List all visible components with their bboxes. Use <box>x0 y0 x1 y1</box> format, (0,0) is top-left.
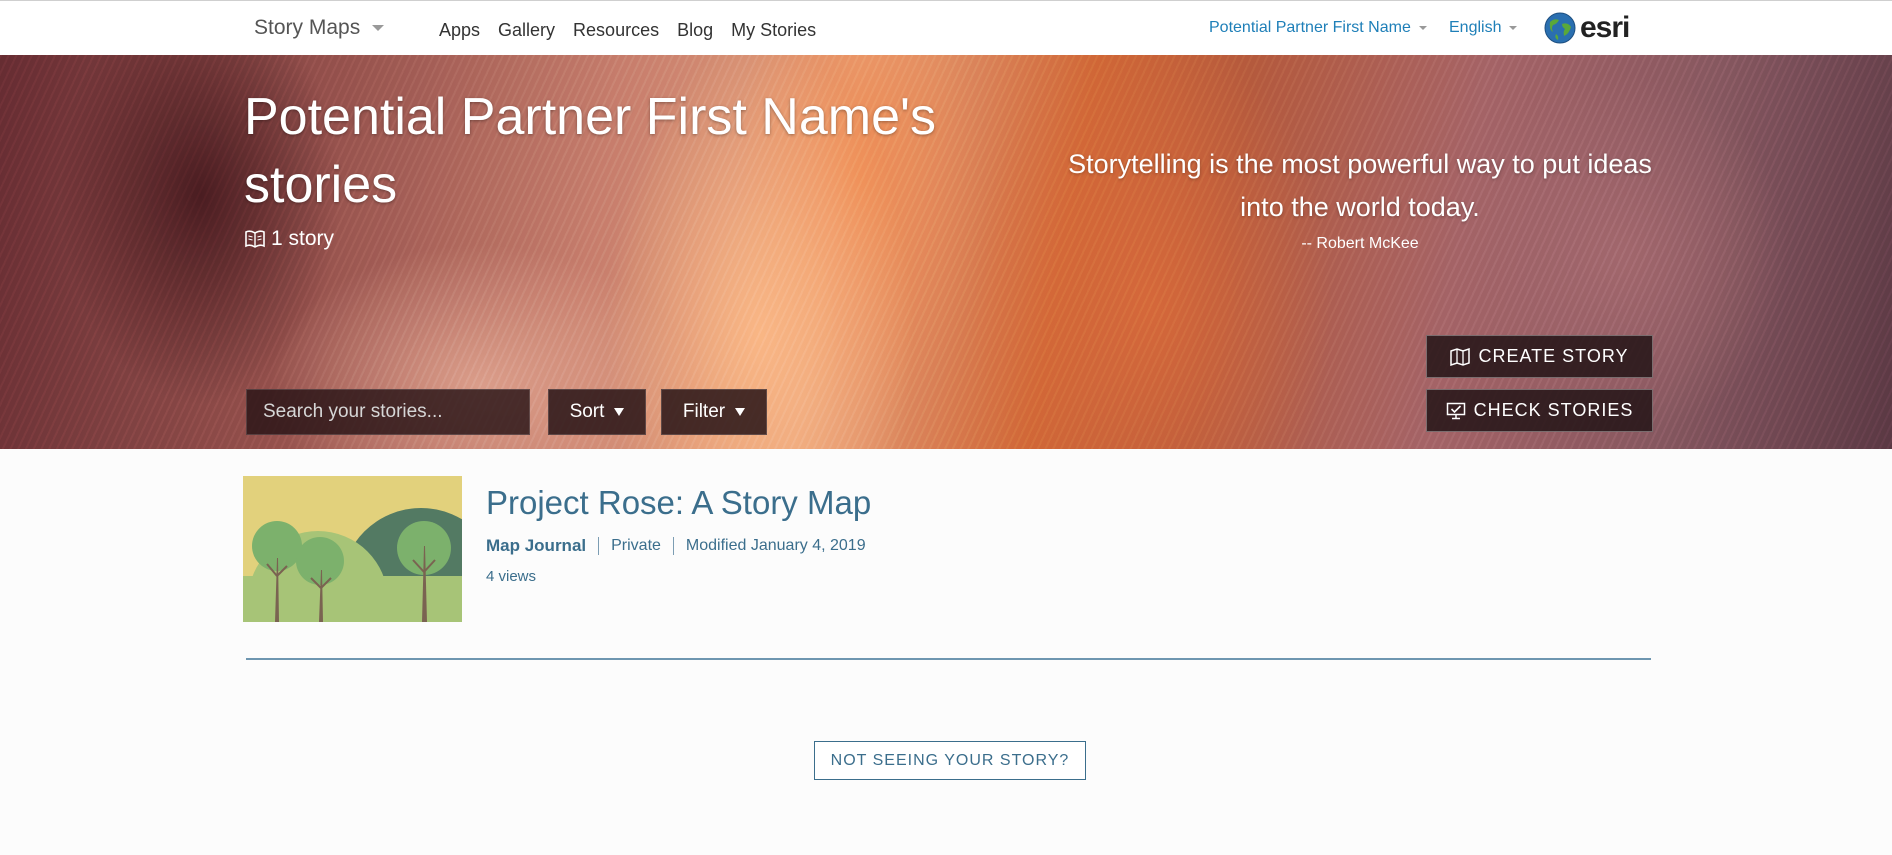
check-stories-label: CHECK STORIES <box>1473 400 1634 420</box>
open-book-icon <box>245 230 265 248</box>
not-seeing-story-label: NOT SEEING YOUR STORY? <box>830 751 1070 769</box>
hero-quote: Storytelling is the most powerful way to… <box>1068 149 1652 222</box>
story-count-label: 1 story <box>271 227 335 250</box>
story-access: Private <box>611 537 661 554</box>
meta-separator <box>598 537 600 555</box>
story-modified: Modified January 4, 2019 <box>685 537 866 554</box>
map-icon <box>1450 347 1471 366</box>
filter-button[interactable]: Filter <box>661 389 767 435</box>
user-name: Potential Partner First Name <box>1209 19 1411 36</box>
brand-menu[interactable]: Story Maps <box>254 16 385 40</box>
story-type: Map Journal <box>486 536 587 555</box>
create-story-label: CREATE STORY <box>1478 346 1629 366</box>
story-count: 1 story <box>245 227 334 251</box>
create-story-button[interactable]: CREATE STORY <box>1426 335 1653 378</box>
globe-icon <box>1544 12 1576 44</box>
filter-label: Filter <box>682 401 726 422</box>
hero-banner: Potential Partner First Name's stories 1… <box>0 55 1892 449</box>
nav-link-resources[interactable]: Resources <box>573 20 659 41</box>
top-nav: Story Maps Apps Gallery Resources Blog M… <box>0 0 1892 55</box>
story-thumbnail[interactable] <box>243 476 462 622</box>
esri-wordmark: esri <box>1580 11 1630 44</box>
not-seeing-story-button[interactable]: NOT SEEING YOUR STORY? <box>814 741 1086 780</box>
page-title: Potential Partner First Name's stories <box>244 88 936 214</box>
quote-author: -- Robert McKee <box>1301 235 1419 252</box>
esri-logo[interactable]: esri <box>1544 11 1630 45</box>
nav-link-my-stories[interactable]: My Stories <box>731 20 816 41</box>
brand-label: Story Maps <box>254 16 361 39</box>
triangle-down-icon <box>614 408 625 416</box>
language-label: English <box>1449 19 1502 36</box>
monitor-check-icon <box>1446 402 1465 419</box>
language-menu[interactable]: English <box>1449 19 1518 37</box>
nav-link-apps[interactable]: Apps <box>439 20 480 41</box>
chevron-down-icon <box>1509 26 1518 30</box>
nav-link-gallery[interactable]: Gallery <box>498 20 555 41</box>
list-divider <box>246 658 1651 660</box>
chevron-down-icon <box>372 25 385 31</box>
triangle-down-icon <box>735 408 746 416</box>
check-stories-button[interactable]: CHECK STORIES <box>1426 389 1653 432</box>
meta-separator <box>672 537 674 555</box>
nav-links: Apps Gallery Resources Blog My Stories <box>439 20 816 41</box>
nav-link-blog[interactable]: Blog <box>677 20 713 41</box>
user-menu[interactable]: Potential Partner First Name <box>1209 19 1427 37</box>
story-meta: Map Journal Private Modified January 4, … <box>486 536 866 556</box>
search-input[interactable] <box>246 389 530 435</box>
story-list-item: Project Rose: A Story Map Map Journal Pr… <box>243 476 1650 656</box>
chevron-down-icon <box>1418 26 1427 30</box>
story-title-link[interactable]: Project Rose: A Story Map <box>486 484 871 522</box>
story-views: 4 views <box>486 568 537 585</box>
sort-label: Sort <box>569 401 605 422</box>
sort-button[interactable]: Sort <box>548 389 646 435</box>
